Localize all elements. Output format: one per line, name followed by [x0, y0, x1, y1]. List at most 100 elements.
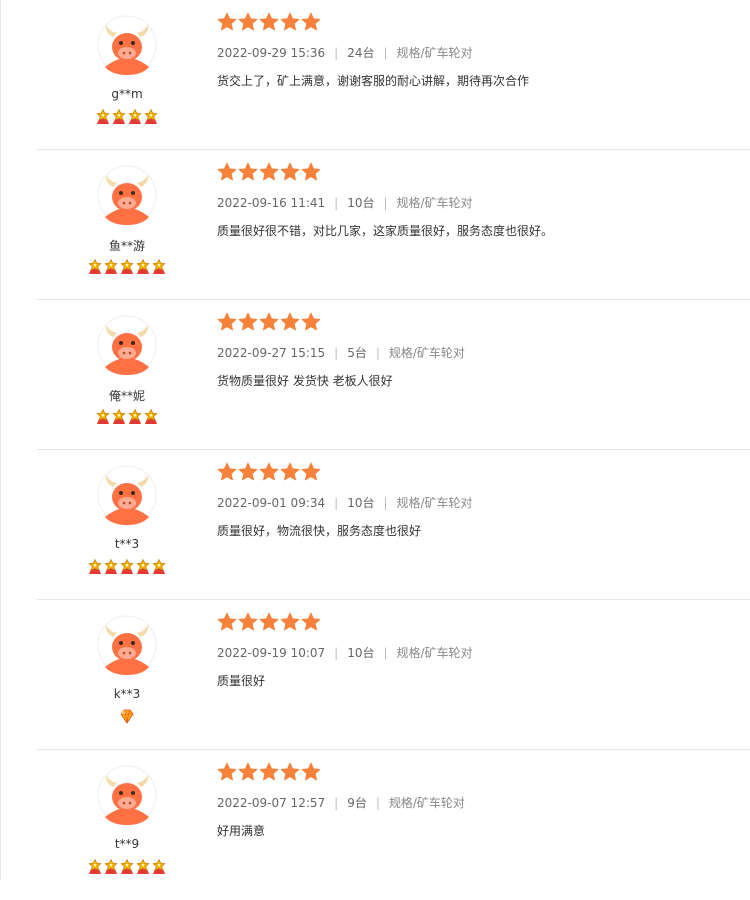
crown-medal-icon: [104, 558, 118, 574]
review-spec: 规格/矿车轮对: [396, 46, 473, 60]
star-icon: [217, 462, 237, 481]
crown-medal-icon: [88, 258, 102, 274]
review-spec: 规格/矿车轮对: [388, 796, 465, 810]
separator: |: [375, 346, 380, 360]
reviewer-medals: [37, 258, 217, 275]
star-icon: [280, 762, 300, 781]
review-date: 2022-09-16 11:41: [217, 196, 326, 210]
review-comment: 货物质量很好 发货快 老板人很好: [217, 374, 393, 388]
review-comment: 质量很好，物流很快，服务态度也很好: [217, 524, 422, 538]
diamond-medal-icon: [120, 709, 134, 724]
review-comment: 质量很好很不错，对比几家，这家质量很好，服务态度也很好。: [217, 224, 554, 238]
review-meta: 2022-09-07 12:57 | 9台 | 规格/矿车轮对: [217, 794, 465, 811]
reviewer-medals: [37, 558, 217, 575]
review-item: 鱼**游 2022-09-16 11:41 | 10台 | 规格/矿车轮对 质量很好很不…: [37, 150, 750, 300]
review-quantity: 9台: [347, 796, 367, 810]
reviewer-name: 鱼**游: [108, 239, 145, 253]
review-date: 2022-09-29 15:36: [217, 46, 326, 60]
crown-medal-icon: [112, 108, 126, 124]
review-meta: 2022-09-27 15:15 | 5台 | 规格/矿车轮对: [217, 344, 465, 361]
star-icon: [217, 612, 237, 631]
review-rating: [217, 612, 321, 632]
review-meta: 2022-09-29 15:36 | 24台 | 规格/矿车轮对: [217, 44, 473, 61]
star-icon: [259, 612, 279, 631]
reviewer-medals: [37, 108, 217, 125]
review-list-page: g**m 2022-09-29 15:36 | 24台 | 规格/矿车轮对 货交上了，矿…: [0, 0, 750, 880]
reviewer-name: t**9: [114, 837, 140, 851]
star-icon: [217, 12, 237, 31]
crown-medal-icon: [152, 558, 166, 574]
separator: |: [334, 46, 339, 60]
review-date: 2022-09-01 09:34: [217, 496, 326, 510]
star-icon: [301, 612, 321, 631]
reviewer-medals: [37, 408, 217, 425]
crown-medal-icon: [152, 258, 166, 274]
review-item: t**9 2022-09-07 12:57 | 9台 | 规格/矿车轮对 好用满意: [37, 750, 750, 900]
star-icon: [301, 162, 321, 181]
review-meta: 2022-09-19 10:07 | 10台 | 规格/矿车轮对: [217, 644, 473, 661]
crown-medal-icon: [152, 858, 166, 874]
star-icon: [259, 462, 279, 481]
review-rating: [217, 462, 321, 482]
crown-medal-icon: [120, 258, 134, 274]
review-date: 2022-09-19 10:07: [217, 646, 326, 660]
star-icon: [280, 612, 300, 631]
crown-medal-icon: [96, 108, 110, 124]
separator: |: [334, 646, 339, 660]
review-date: 2022-09-07 12:57: [217, 796, 326, 810]
crown-medal-icon: [88, 858, 102, 874]
crown-medal-icon: [88, 558, 102, 574]
crown-medal-icon: [112, 408, 126, 424]
separator: |: [383, 46, 388, 60]
review-item: k**3 2022-09-19 10:07 | 10台 | 规格/矿车轮对 质量很好: [37, 600, 750, 750]
review-rating: [217, 312, 321, 332]
star-icon: [301, 762, 321, 781]
separator: |: [334, 196, 339, 210]
review-rating: [217, 162, 321, 182]
review-spec: 规格/矿车轮对: [396, 496, 473, 510]
crown-medal-icon: [128, 408, 142, 424]
star-icon: [238, 762, 258, 781]
star-icon: [238, 12, 258, 31]
review-meta: 2022-09-01 09:34 | 10台 | 规格/矿车轮对: [217, 494, 473, 511]
review-quantity: 24台: [347, 46, 375, 60]
separator: |: [383, 496, 388, 510]
bull-avatar-icon[interactable]: [97, 315, 157, 375]
reviewer-medals: [37, 708, 217, 725]
bull-avatar-icon[interactable]: [97, 165, 157, 225]
separator: |: [383, 646, 388, 660]
review-list: g**m 2022-09-29 15:36 | 24台 | 规格/矿车轮对 货交上了，矿…: [1, 0, 750, 900]
star-icon: [280, 462, 300, 481]
review-quantity: 5台: [347, 346, 367, 360]
bull-avatar-icon[interactable]: [97, 465, 157, 525]
bull-avatar-icon[interactable]: [97, 765, 157, 825]
crown-medal-icon: [120, 558, 134, 574]
review-spec: 规格/矿车轮对: [396, 196, 473, 210]
separator: |: [375, 796, 380, 810]
star-icon: [301, 312, 321, 331]
review-quantity: 10台: [347, 646, 375, 660]
star-icon: [259, 762, 279, 781]
review-spec: 规格/矿车轮对: [396, 646, 473, 660]
separator: |: [334, 346, 339, 360]
separator: |: [334, 796, 339, 810]
star-icon: [259, 312, 279, 331]
crown-medal-icon: [136, 258, 150, 274]
star-icon: [238, 162, 258, 181]
separator: |: [383, 196, 388, 210]
crown-medal-icon: [144, 108, 158, 124]
star-icon: [259, 12, 279, 31]
star-icon: [301, 462, 321, 481]
review-date: 2022-09-27 15:15: [217, 346, 326, 360]
star-icon: [238, 612, 258, 631]
review-item: t**3 2022-09-01 09:34 | 10台 | 规格/矿车轮对 质量很好，物…: [37, 450, 750, 600]
reviewer-name: k**3: [113, 687, 141, 701]
bull-avatar-icon[interactable]: [97, 615, 157, 675]
review-rating: [217, 762, 321, 782]
star-icon: [280, 12, 300, 31]
review-item: g**m 2022-09-29 15:36 | 24台 | 规格/矿车轮对 货交上了，矿…: [37, 0, 750, 150]
star-icon: [217, 762, 237, 781]
star-icon: [217, 312, 237, 331]
bull-avatar-icon[interactable]: [97, 15, 157, 75]
review-comment: 质量很好: [217, 674, 266, 688]
